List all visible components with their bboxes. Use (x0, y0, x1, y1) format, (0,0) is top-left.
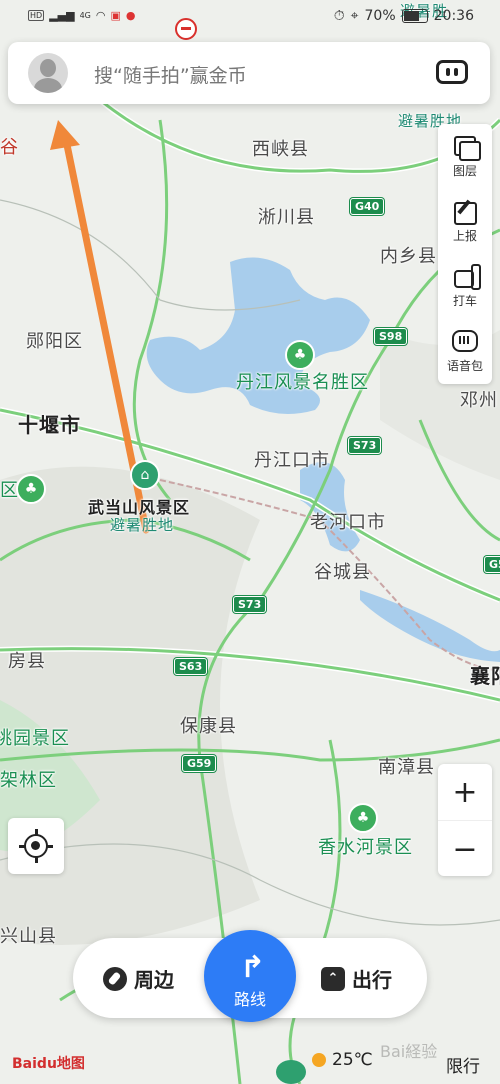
battery-percent: 70% (364, 8, 396, 24)
place-label[interactable]: 丹江口市 (254, 446, 330, 472)
voice-pack-label: 语音包 (446, 359, 483, 373)
place-label[interactable]: 谷 (0, 133, 19, 159)
layers-label: 图层 (452, 164, 477, 178)
scenic-pin-icon[interactable]: ♣ (16, 474, 46, 504)
scenic-pin-icon[interactable] (276, 1060, 306, 1084)
highway-shield: G59 (182, 755, 217, 772)
route-label: 路线 (233, 990, 266, 1009)
weather-widget[interactable]: 25℃ (312, 1050, 373, 1070)
compass-icon (103, 966, 127, 991)
locate-button[interactable] (8, 818, 64, 874)
zoom-out-button[interactable]: − (438, 820, 492, 877)
locate-icon (24, 834, 48, 858)
taxi-label: 打车 (452, 294, 477, 308)
highway-shield: G40 (350, 198, 385, 215)
edit-icon (452, 199, 478, 225)
map-canvas[interactable]: 避暑胜 避暑胜地 谷 西峡县 淅川县 内乡县 郧阳区 ♣ 丹江风景名胜区 邓州 … (0, 0, 500, 1084)
watermark: Bai経验 (380, 1042, 438, 1061)
battery-icon (401, 9, 428, 23)
temperature: 25℃ (332, 1050, 373, 1070)
highway-shield: S63 (174, 658, 208, 675)
place-label[interactable]: 兴山县 (0, 922, 57, 948)
record-icon: ● (125, 9, 136, 22)
place-label[interactable]: 丹江风景名胜区 (236, 368, 369, 394)
network-type: 4G (79, 11, 91, 20)
trip-icon: ⌃ (321, 966, 345, 991)
place-label[interactable]: 房县 (8, 647, 46, 673)
layers-icon (452, 134, 481, 161)
temple-pin-icon[interactable]: ⌂ (130, 460, 160, 490)
place-label[interactable]: 谷城县 (314, 558, 371, 584)
alarm-icon: ⏱ (333, 8, 345, 24)
status-bar: HD ▂▄▆ 4G ◠ ▣ ● ⏱ ⌖ 70% 20:36 (0, 0, 500, 36)
map-toolbar: 图层 上报 打车 语音包 (438, 124, 492, 384)
report-label: 上报 (452, 229, 477, 243)
place-label[interactable]: 内乡县 (380, 242, 437, 268)
place-label[interactable]: 淅川县 (258, 203, 315, 229)
place-label[interactable]: 老河口市 (310, 508, 386, 534)
place-label[interactable]: 襄阳 (470, 660, 500, 689)
search-bar[interactable]: 搜“随手拍”赢金币 (8, 42, 490, 104)
search-input[interactable]: 搜“随手拍”赢金币 (94, 61, 247, 88)
voice-pack-button[interactable]: 语音包 (438, 319, 492, 384)
place-label[interactable]: 避暑胜地 (110, 514, 174, 535)
map-background (0, 0, 500, 1084)
place-label[interactable]: 西峡县 (252, 135, 309, 161)
nearby-label: 周边 (134, 968, 174, 992)
report-button[interactable]: 上报 (438, 189, 492, 254)
clock: 20:36 (433, 8, 474, 24)
place-label[interactable]: 十堰市 (18, 409, 81, 438)
voice-assistant-icon[interactable] (436, 60, 468, 84)
nearby-button[interactable]: 周边 (103, 964, 174, 993)
wifi-icon: ◠ (95, 9, 106, 22)
turn-right-arrow-icon: ↱ (240, 950, 266, 985)
highway-shield: S73 (233, 596, 267, 613)
locate-tick (47, 845, 53, 848)
zoom-in-button[interactable]: + (438, 764, 492, 820)
highway-shield: S73 (348, 437, 382, 454)
scenic-pin-icon[interactable]: ♣ (285, 340, 315, 370)
taxi-icon (452, 264, 481, 290)
baidu-map-logo: Baidu地图 (12, 1056, 85, 1072)
no-entry-icon (175, 18, 197, 40)
place-label[interactable]: 保康县 (180, 712, 237, 738)
locate-tick (35, 829, 38, 835)
trip-label: 出行 (352, 968, 392, 992)
scenic-pin-icon[interactable]: ♣ (348, 803, 378, 833)
sun-icon (312, 1053, 326, 1067)
highway-shield: G5 (484, 556, 500, 573)
taxi-button[interactable]: 打车 (438, 254, 492, 319)
highway-shield: S98 (374, 328, 408, 345)
signal-icon: ▂▄▆ (49, 9, 75, 22)
route-button[interactable]: ↱ 路线 (204, 930, 296, 1022)
traffic-restriction[interactable]: 限行 (446, 1052, 480, 1077)
locate-tick (19, 845, 25, 848)
app-icon: ▣ (110, 9, 121, 22)
place-label[interactable]: 郧阳区 (26, 327, 83, 353)
place-label[interactable]: 架林区 (0, 766, 57, 792)
place-label[interactable]: 邓州 (460, 386, 498, 412)
place-label[interactable]: 南漳县 (378, 753, 435, 779)
place-label[interactable]: 桃园景区 (0, 724, 70, 750)
trip-button[interactable]: ⌃ 出行 (321, 964, 392, 993)
avatar[interactable] (28, 53, 68, 93)
layers-button[interactable]: 图层 (438, 124, 492, 189)
place-label[interactable]: 香水河景区 (318, 833, 413, 859)
location-icon: ⌖ (350, 8, 359, 24)
locate-tick (35, 857, 38, 863)
voice-pack-icon (452, 329, 478, 353)
zoom-control: + − (438, 764, 492, 876)
hd-icon: HD (28, 10, 45, 21)
